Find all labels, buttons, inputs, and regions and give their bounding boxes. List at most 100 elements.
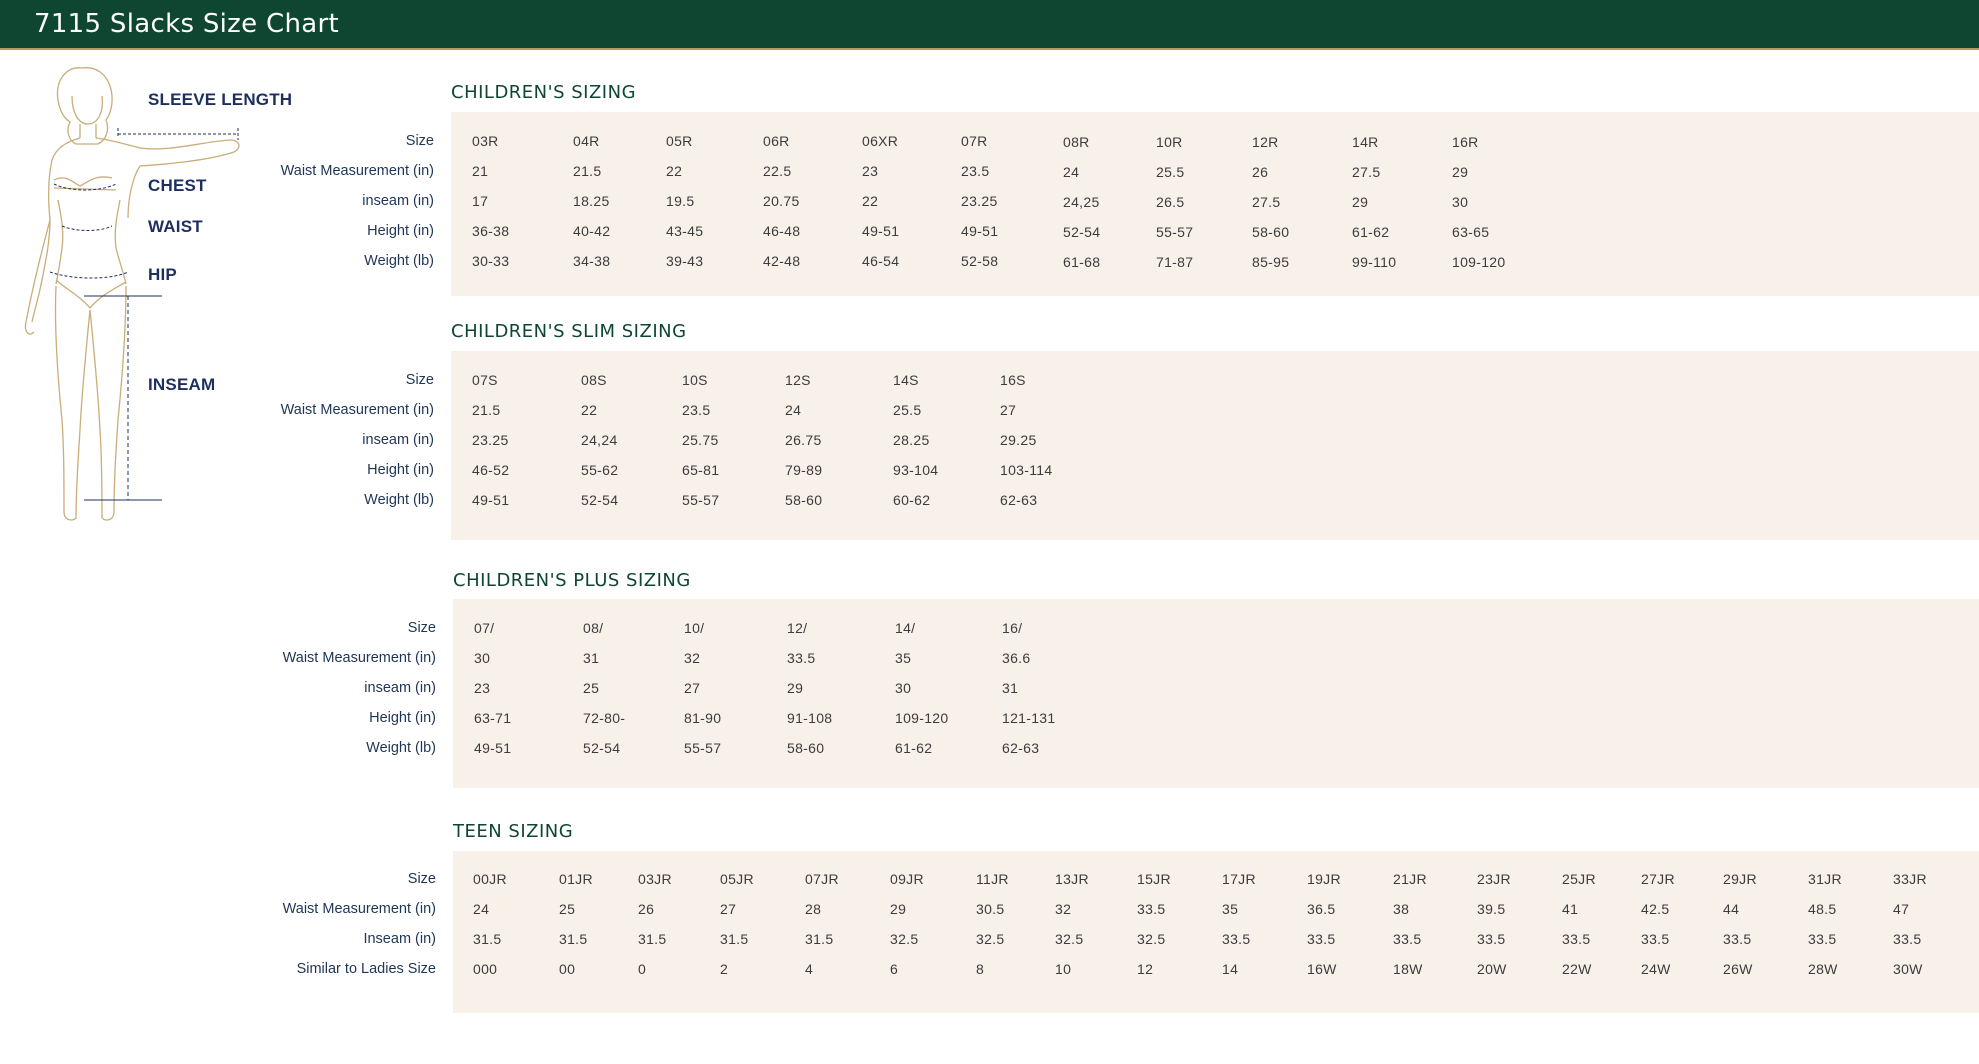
- table-cell: 33.5: [787, 650, 816, 666]
- table-cell: 38: [1393, 901, 1410, 917]
- table-cell: 63-65: [1452, 224, 1490, 240]
- table-cell: 12S: [785, 372, 811, 388]
- table-cell: 07JR: [805, 871, 839, 887]
- table-cell: 28W: [1808, 961, 1838, 977]
- table-cell: 18W: [1393, 961, 1423, 977]
- row-label-size: Size: [405, 372, 434, 388]
- table-cell: 29: [1452, 164, 1469, 180]
- table-cell: 12R: [1252, 134, 1279, 150]
- table-cell: 33.5: [1222, 931, 1251, 947]
- table-cell: 05JR: [720, 871, 754, 887]
- table-cell: 24,25: [1063, 194, 1100, 210]
- table-cell: 00JR: [473, 871, 507, 887]
- table-cell: 07/: [474, 620, 495, 636]
- table-cell: 81-90: [684, 710, 722, 726]
- table-cell: 03R: [472, 133, 499, 149]
- table-cell: 58-60: [1252, 224, 1290, 240]
- table-cell: 33.5: [1477, 931, 1506, 947]
- table-cell: 42.5: [1641, 901, 1670, 917]
- table-cell: 49-51: [862, 223, 900, 239]
- table-cell: 11JR: [976, 871, 1009, 887]
- table-cell: 15JR: [1137, 871, 1171, 887]
- table-cell: 05R: [666, 133, 693, 149]
- table-cell: 18.25: [573, 193, 610, 209]
- table-cell: 52-54: [583, 740, 621, 756]
- row-label-inseam: inseam (in): [364, 680, 436, 696]
- table-cell: 109-120: [1452, 254, 1506, 270]
- table-cell: 32.5: [1137, 931, 1166, 947]
- row-label-size: Size: [407, 620, 436, 636]
- table-cell: 22.5: [763, 163, 792, 179]
- table-cell: 21.5: [472, 402, 501, 418]
- table-cell: 23: [474, 680, 491, 696]
- table-cell: 30: [895, 680, 912, 696]
- table-cell: 79-89: [785, 462, 823, 478]
- table-cell: 26.75: [785, 432, 822, 448]
- table-cell: 25.75: [682, 432, 719, 448]
- page-header: 7115 Slacks Size Chart: [0, 0, 1979, 50]
- table-cell: 01JR: [559, 871, 593, 887]
- table-cell: 26.5: [1156, 194, 1185, 210]
- table-cell: 21JR: [1393, 871, 1427, 887]
- table-cell: 52-54: [581, 492, 619, 508]
- table-cell: 2: [720, 961, 729, 977]
- table-cell: 13JR: [1055, 871, 1089, 887]
- table-cell: 33.5: [1893, 931, 1922, 947]
- table-cell: 29JR: [1723, 871, 1757, 887]
- table-cell: 60-62: [893, 492, 931, 508]
- table-cell: 47: [1893, 901, 1910, 917]
- table-cell: 36.6: [1002, 650, 1031, 666]
- table-cell: 44: [1723, 901, 1740, 917]
- sleeve-length-label: SLEEVE LENGTH: [148, 90, 293, 109]
- table-cell: 33.5: [1562, 931, 1591, 947]
- table-cell: 31.5: [720, 931, 749, 947]
- table-cell: 33.5: [1393, 931, 1422, 947]
- table-cell: 32.5: [976, 931, 1005, 947]
- table-cell: 10: [1055, 961, 1072, 977]
- table-cell: 36.5: [1307, 901, 1336, 917]
- row-label-weight: Weight (lb): [364, 253, 434, 269]
- table-cell: 27: [684, 680, 701, 696]
- table-cell: 03JR: [638, 871, 672, 887]
- table-cell: 35: [1222, 901, 1239, 917]
- childrens-sizing-title: CHILDREN'S SIZING: [451, 82, 637, 103]
- table-cell: 31: [583, 650, 600, 666]
- table-cell: 20.75: [763, 193, 800, 209]
- table-cell: 19.5: [666, 193, 695, 209]
- table-cell: 27: [720, 901, 737, 917]
- table-cell: 26: [638, 901, 655, 917]
- table-cell: 28.25: [893, 432, 930, 448]
- table-cell: 16R: [1452, 134, 1479, 150]
- table-cell: 12/: [787, 620, 808, 636]
- row-label-waist: Waist Measurement (in): [282, 901, 436, 917]
- table-cell: 25: [583, 680, 600, 696]
- table-cell: 24W: [1641, 961, 1671, 977]
- table-cell: 49-51: [961, 223, 999, 239]
- table-cell: 35: [895, 650, 912, 666]
- table-cell: 33.5: [1641, 931, 1670, 947]
- table-cell: 46-52: [472, 462, 510, 478]
- row-label-waist: Waist Measurement (in): [282, 650, 436, 666]
- table-cell: 49-51: [474, 740, 512, 756]
- table-cell: 24: [1063, 164, 1080, 180]
- table-cell: 40-42: [573, 223, 611, 239]
- table-cell: 33.5: [1808, 931, 1837, 947]
- table-cell: 23.5: [682, 402, 711, 418]
- table-cell: 23.5: [961, 163, 990, 179]
- table-cell: 26: [1252, 164, 1269, 180]
- table-cell: 71-87: [1156, 254, 1194, 270]
- table-cell: 25JR: [1562, 871, 1596, 887]
- table-cell: 27JR: [1641, 871, 1675, 887]
- table-cell: 14R: [1352, 134, 1379, 150]
- table-cell: 16/: [1002, 620, 1023, 636]
- table-cell: 41: [1562, 901, 1579, 917]
- table-cell: 06XR: [862, 133, 899, 149]
- chest-label: CHEST: [148, 176, 207, 195]
- table-cell: 21: [472, 163, 489, 179]
- table-cell: 08/: [583, 620, 604, 636]
- table-cell: 23: [862, 163, 879, 179]
- table-cell: 65-81: [682, 462, 720, 478]
- table-cell: 52-58: [961, 253, 999, 269]
- table-cell: 85-95: [1252, 254, 1290, 270]
- table-cell: 22W: [1562, 961, 1592, 977]
